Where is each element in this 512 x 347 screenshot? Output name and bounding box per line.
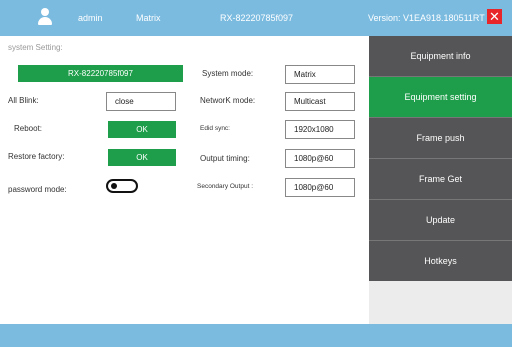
output-timing-label: Output timing: [200, 154, 250, 163]
secondary-output-label: Secondary Output : [197, 183, 254, 190]
sidebar-item-hotkeys[interactable]: Hotkeys [369, 241, 512, 281]
network-mode-select[interactable]: Multicast [285, 92, 355, 111]
sidebar: Equipment info Equipment setting Frame p… [369, 36, 512, 324]
footer-bar [0, 324, 512, 347]
sidebar-item-equipment-setting[interactable]: Equipment setting [369, 77, 512, 117]
all-blink-label: All Blink: [8, 96, 39, 105]
sidebar-item-equipment-info[interactable]: Equipment info [369, 36, 512, 76]
system-mode-select[interactable]: Matrix [285, 65, 355, 84]
edid-sync-select[interactable]: 1920x1080 [285, 120, 355, 139]
user-icon [38, 8, 52, 26]
restore-factory-button[interactable]: OK [108, 149, 176, 166]
password-mode-label: password mode: [8, 185, 67, 194]
password-mode-toggle[interactable] [106, 179, 138, 193]
section-title: system Setting: [8, 43, 63, 52]
sidebar-item-frame-push[interactable]: Frame push [369, 118, 512, 158]
device-name-bar: RX-82220785f097 [18, 65, 183, 82]
sidebar-item-update[interactable]: Update [369, 200, 512, 240]
secondary-output-select[interactable]: 1080p@60 [285, 178, 355, 197]
header-bar: admin Matrix RX-82220785f097 Version: V1… [0, 0, 512, 36]
all-blink-select[interactable]: close [106, 92, 176, 111]
username: admin [78, 13, 103, 23]
device-id: RX-82220785f097 [220, 13, 294, 23]
reboot-button[interactable]: OK [108, 121, 176, 138]
edid-sync-label: Edid sync: [200, 125, 230, 132]
network-mode-label: NetworK mode: [200, 96, 256, 105]
sidebar-item-frame-get[interactable]: Frame Get [369, 159, 512, 199]
restore-factory-label: Restore factory: [8, 152, 65, 161]
mode-label: Matrix [136, 13, 161, 23]
version-label: Version: V1EA918.180511RT [368, 13, 485, 23]
settings-panel: system Setting: RX-82220785f097 All Blin… [0, 36, 369, 324]
system-mode-label: System mode: [202, 69, 254, 78]
close-button[interactable]: ✕ [487, 9, 502, 24]
reboot-label: Reboot: [14, 124, 43, 133]
output-timing-select[interactable]: 1080p@60 [285, 149, 355, 168]
